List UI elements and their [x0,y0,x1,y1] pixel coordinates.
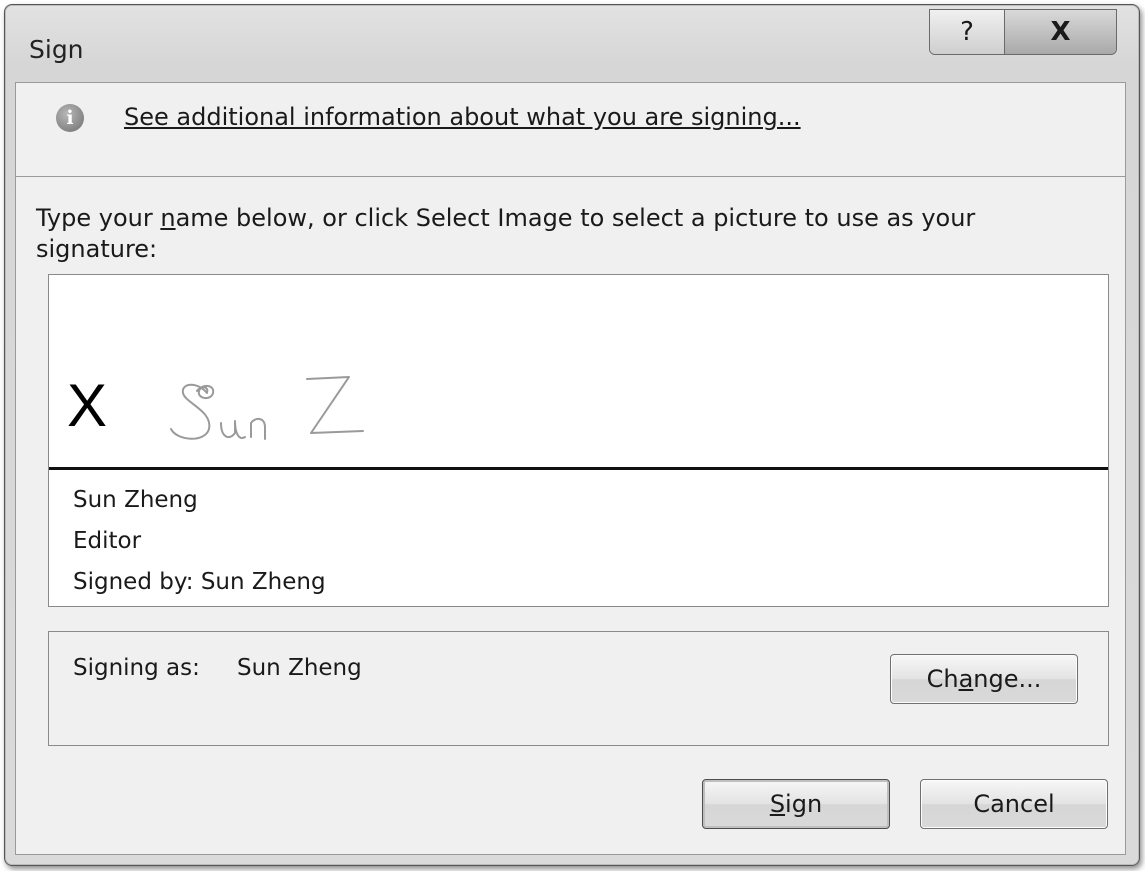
info-icon: i [56,104,84,132]
instruction-prefix: Type your [36,204,161,232]
signature-x-mark: X [67,372,108,439]
signature-line [49,467,1108,470]
dialog-content: i See additional information about what … [15,82,1126,855]
help-icon: ? [960,17,974,47]
signer-name: Sun Zheng [73,487,198,513]
signer-title: Editor [73,528,142,554]
additional-info-link[interactable]: See additional information about what yo… [124,103,801,131]
caption-buttons: ? X [929,9,1117,55]
signed-by-text: Signed by: Sun Zheng [73,569,326,595]
title-bar: Sign ? X [5,5,1139,85]
change-label-end: nge... [973,665,1042,693]
dialog-title: Sign [29,35,84,64]
signing-as-label: Signing as: [73,655,200,681]
help-button[interactable]: ? [930,10,1005,54]
change-label-mnemonic: a [958,665,974,693]
signature-input[interactable]: X [49,275,1108,470]
sign-dialog: Sign ? X i See additional information ab… [4,4,1140,866]
change-label-start: Ch [926,665,959,693]
close-button[interactable]: X [1005,10,1116,54]
info-bar: i See additional information about what … [16,83,1125,177]
instruction-mnemonic: n [160,204,176,232]
sign-label-mnemonic: S [769,790,786,818]
signature-box: X Sun Zheng Editor Signed by: Sun Zheng [48,274,1109,607]
close-icon: X [1050,17,1071,47]
signing-as-value: Sun Zheng [237,655,362,681]
sign-button[interactable]: Sign [702,779,890,829]
instruction-suffix: ame below, or click Select Image to sele… [36,204,976,263]
instruction-text: Type your name below, or click Select Im… [36,203,1056,265]
sign-label-rest: ign [785,790,823,818]
change-button[interactable]: Ch a nge... [890,654,1078,704]
cancel-button[interactable]: Cancel [920,779,1108,829]
handwritten-signature [170,376,364,440]
signing-as-panel: Signing as: Sun Zheng Ch a nge... [48,631,1109,746]
